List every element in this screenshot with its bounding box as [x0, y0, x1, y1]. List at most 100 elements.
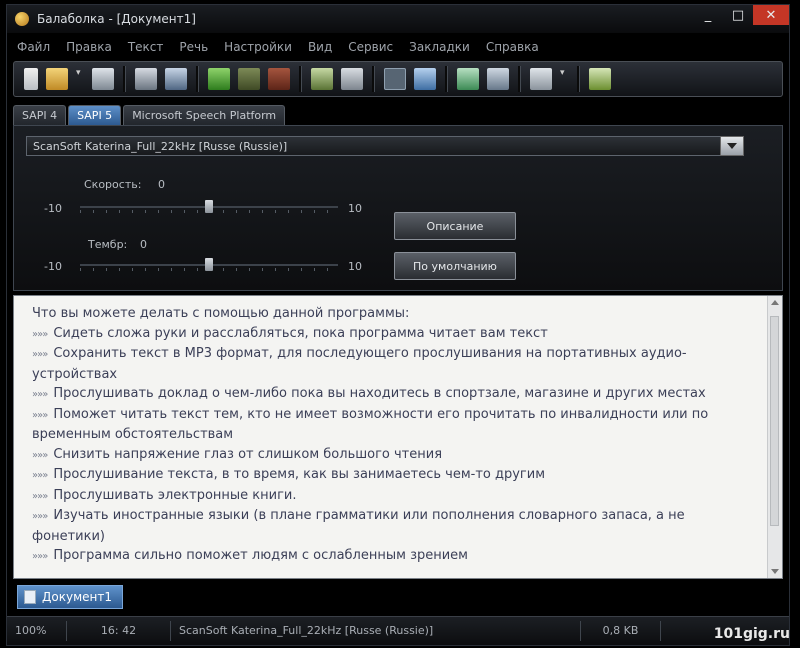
minimize-button[interactable]: _	[693, 5, 723, 25]
app-logo-icon	[15, 12, 29, 26]
window-title: Балаболка - [Документ1]	[37, 12, 196, 26]
save-icon[interactable]	[92, 68, 114, 90]
rate-min-label: -10	[44, 202, 62, 215]
open-folder-icon[interactable]	[46, 68, 68, 90]
menu-help[interactable]: Справка	[486, 40, 539, 54]
menu-tools[interactable]: Сервис	[348, 40, 393, 54]
new-file-icon[interactable]	[24, 68, 38, 90]
status-voice: ScanSoft Katerina_Full_22kHz [Russe (Rus…	[171, 621, 581, 641]
menu-text[interactable]: Текст	[128, 40, 164, 54]
pitch-value: 0	[140, 238, 147, 251]
status-position: 16: 42	[67, 621, 171, 641]
bullet-marker: »»»	[32, 349, 48, 360]
status-bar: 100% 16: 42 ScanSoft Katerina_Full_22kHz…	[7, 616, 789, 645]
rate-slider-thumb[interactable]	[205, 200, 213, 213]
about-voice-button[interactable]: Описание	[394, 212, 516, 240]
help-icon[interactable]	[589, 68, 611, 90]
pitch-slider[interactable]	[80, 258, 338, 272]
pitch-slider-thumb[interactable]	[205, 258, 213, 271]
list-item-text: Поможет читать текст тем, кто не имеет в…	[32, 406, 709, 443]
document-tab[interactable]: Документ1	[17, 585, 123, 609]
split-icon[interactable]	[311, 68, 333, 90]
bullet-marker: »»»	[32, 551, 48, 562]
menu-bookmarks[interactable]: Закладки	[409, 40, 470, 54]
stop-icon[interactable]	[268, 68, 290, 90]
toolbar-separator	[123, 66, 126, 92]
voice-select[interactable]: ScanSoft Katerina_Full_22kHz [Russe (Rus…	[26, 136, 744, 156]
list-item: »»» Программа сильно поможет людям с осла…	[32, 546, 756, 567]
menu-bar: Файл Правка Текст Речь Настройки Вид Сер…	[7, 35, 789, 59]
editor-content[interactable]: Что вы можете делать с помощью данной пр…	[32, 304, 756, 567]
document-tab-label: Документ1	[42, 590, 112, 604]
close-button[interactable]: ✕	[753, 5, 789, 25]
pitch-label: Тембр:	[88, 238, 128, 251]
window-controls: _ □ ✕	[693, 5, 789, 25]
tab-sapi5[interactable]: SAPI 5	[68, 105, 122, 125]
list-item-text: Прослушивание текста, в то время, как вы…	[53, 467, 545, 482]
list-item: »»» Снизить напряжение глаз от слишком бо…	[32, 445, 756, 466]
voice-panel: ScanSoft Katerina_Full_22kHz [Russe (Rus…	[13, 125, 783, 291]
bullet-marker: »»»	[32, 389, 48, 400]
dropdown-icon[interactable]: ▾	[560, 68, 568, 90]
menu-view[interactable]: Вид	[308, 40, 332, 54]
rate-label: Скорость:	[84, 178, 142, 191]
tab-sapi4[interactable]: SAPI 4	[13, 105, 67, 125]
status-zoom: 100%	[7, 621, 67, 641]
vertical-scrollbar[interactable]	[767, 296, 782, 578]
menu-settings[interactable]: Настройки	[224, 40, 292, 54]
list-item-text: Программа сильно поможет людям с ослабле…	[53, 548, 468, 563]
translate-icon[interactable]	[135, 68, 157, 90]
clipboard-icon[interactable]	[457, 68, 479, 90]
dropdown-icon[interactable]: ▾	[76, 68, 84, 90]
view-text-icon[interactable]	[384, 68, 406, 90]
list-item-text: Прослушивать электронные книги.	[53, 487, 297, 503]
text-editor[interactable]: Что вы можете делать с помощью данной пр…	[13, 295, 783, 579]
list-item-text: Сидеть сложа руки и расслабляться, пока …	[53, 325, 548, 341]
bullet-marker: »»»	[32, 409, 48, 421]
list-item: »»» Поможет читать текст тем, кто не имее…	[32, 405, 756, 445]
scroll-up-icon[interactable]	[771, 300, 779, 305]
toolbar: ▾ ▾	[13, 61, 783, 97]
title-bar[interactable]: Балаболка - [Документ1] _ □ ✕	[7, 5, 789, 33]
bullet-marker: »»»	[32, 449, 48, 461]
list-item-text: Изучать иностранные языки (в плане грамм…	[32, 508, 685, 544]
voice-dropdown-button[interactable]	[720, 136, 744, 156]
menu-speech[interactable]: Речь	[179, 40, 208, 54]
scrollbar-thumb[interactable]	[770, 316, 779, 526]
rate-value: 0	[158, 178, 165, 191]
export-icon[interactable]	[487, 68, 509, 90]
rate-max-label: 10	[348, 202, 362, 215]
spell-icon[interactable]	[341, 68, 363, 90]
list-item: »»» Прослушивать электронные книги.	[32, 486, 756, 507]
pitch-max-label: 10	[348, 260, 362, 273]
bullet-marker: »»»	[32, 470, 48, 481]
toolbar-separator	[445, 66, 448, 92]
list-item: »»» Прослушивание текста, в то время, как…	[32, 465, 756, 486]
tab-speech-platform[interactable]: Microsoft Speech Platform	[123, 105, 286, 125]
editor-heading: Что вы можете делать с помощью данной пр…	[32, 306, 410, 321]
menu-edit[interactable]: Правка	[66, 40, 112, 54]
bookmark-icon[interactable]	[530, 68, 552, 90]
pitch-min-label: -10	[44, 260, 62, 273]
default-settings-button[interactable]: По умолчанию	[394, 252, 516, 280]
toolbar-separator	[518, 66, 521, 92]
rate-slider[interactable]	[80, 200, 338, 214]
list-item-text: Сохранить текст в MP3 формат, для послед…	[32, 346, 687, 382]
scroll-down-icon[interactable]	[771, 569, 779, 574]
toolbar-separator	[299, 66, 302, 92]
book-icon[interactable]	[414, 68, 436, 90]
convert-icon[interactable]	[165, 68, 187, 90]
status-size: 0,8 KB	[581, 621, 661, 641]
engine-tabs: SAPI 4 SAPI 5 Microsoft Speech Platform	[13, 103, 287, 125]
toolbar-separator	[577, 66, 580, 92]
pause-icon[interactable]	[238, 68, 260, 90]
play-icon[interactable]	[208, 68, 230, 90]
menu-file[interactable]: Файл	[17, 40, 50, 54]
list-item-text: Снизить напряжение глаз от слишком больш…	[53, 446, 443, 462]
bullet-marker: »»»	[32, 328, 48, 340]
toolbar-separator	[196, 66, 199, 92]
watermark: 101gig.ru	[713, 626, 790, 642]
bullet-marker: »»»	[32, 490, 48, 502]
application-window: Балаболка - [Документ1] _ □ ✕ Файл Правк…	[6, 4, 790, 646]
maximize-button[interactable]: □	[723, 5, 753, 25]
